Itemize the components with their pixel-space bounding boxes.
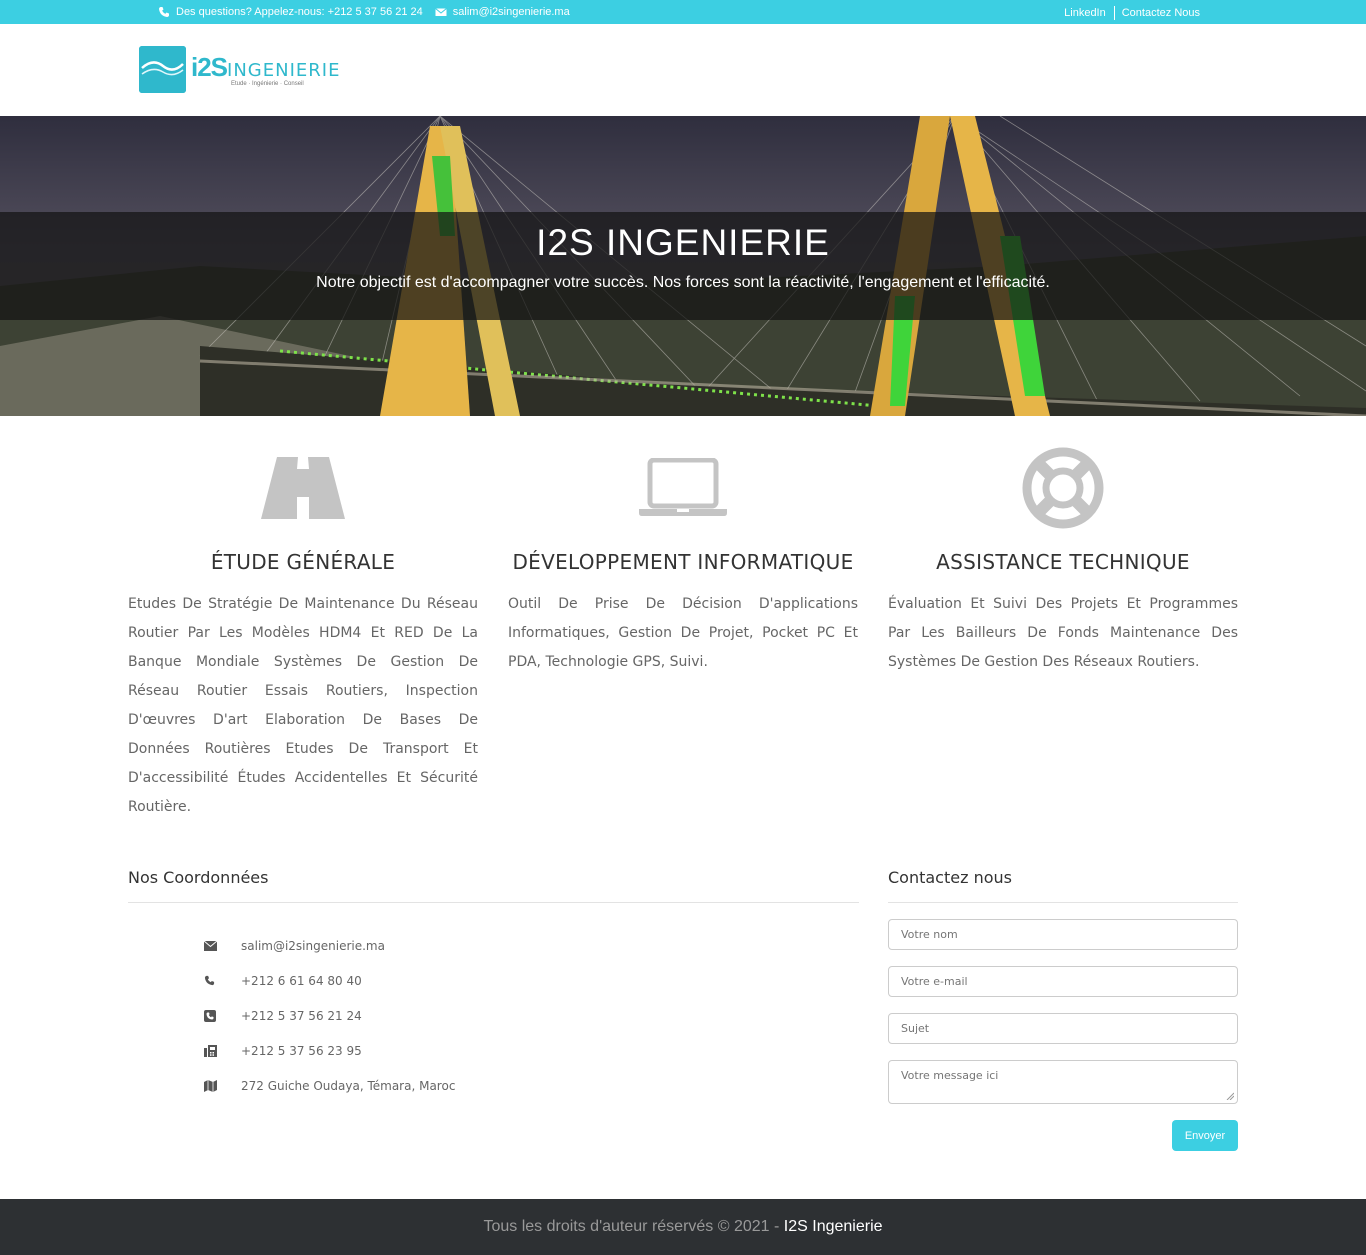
service-etude-generale: ÉTUDE GÉNÉRALE Etudes De Stratégie De Ma…: [128, 446, 478, 822]
message-field-wrapper: [888, 1060, 1238, 1104]
coord-address: 272 Guiche Oudaya, Témara, Maroc: [204, 1068, 604, 1103]
logo-wordmark: i2SINGENIERIE: [191, 52, 340, 83]
coord-address-text: 272 Guiche Oudaya, Témara, Maroc: [241, 1078, 456, 1093]
service-title: DÉVELOPPEMENT INFORMATIQUE: [512, 550, 854, 574]
phone-icon: [158, 6, 170, 18]
service-description: Outil De Prise De Décision D'application…: [508, 596, 858, 670]
envelope-icon: [204, 940, 241, 951]
road-icon: [128, 446, 478, 530]
contact-form-title: Contactez nous: [888, 868, 1012, 887]
coord-fax-text: +212 5 37 56 23 95: [241, 1043, 362, 1058]
coordinates-list: salim@i2singenierie.ma +212 6 61 64 80 4…: [204, 928, 604, 1103]
service-title: ASSISTANCE TECHNIQUE: [936, 550, 1190, 574]
email-field-wrapper: [888, 966, 1238, 997]
service-description: Évaluation Et Suivi Des Projets Et Progr…: [888, 596, 1238, 670]
phone-icon: [204, 975, 241, 986]
contact-form: [888, 919, 1238, 1104]
subject-field-wrapper: [888, 1013, 1238, 1044]
contact-form-divider: [888, 902, 1238, 903]
topbar-links: LinkedIn Contactez Nous: [1064, 6, 1200, 20]
coord-email: salim@i2singenierie.ma: [204, 928, 604, 963]
logo-mark-icon: [139, 46, 186, 93]
service-description: Etudes De Stratégie De Maintenance Du Ré…: [128, 596, 478, 815]
coord-mobile-text[interactable]: +212 6 61 64 80 40: [241, 974, 362, 988]
linkedin-link[interactable]: LinkedIn: [1064, 7, 1106, 19]
coord-mobile: +212 6 61 64 80 40: [204, 963, 604, 998]
subject-input[interactable]: [901, 1022, 1225, 1035]
send-button[interactable]: Envoyer: [1172, 1120, 1238, 1151]
coord-email-text[interactable]: salim@i2singenierie.ma: [241, 939, 385, 953]
contact-link[interactable]: Contactez Nous: [1122, 7, 1200, 19]
coord-fax: +212 5 37 56 23 95: [204, 1033, 604, 1068]
life-ring-icon: [888, 446, 1238, 530]
service-title: ÉTUDE GÉNÉRALE: [210, 550, 396, 574]
fax-icon: [204, 1044, 241, 1057]
topbar-contact: Des questions? Appelez-nous: +212 5 37 5…: [158, 6, 570, 18]
footer-brand: I2S Ingenierie: [783, 1218, 883, 1235]
hero-subtitle: Notre objectif est d'accompagner votre s…: [316, 274, 1050, 291]
site-footer: Tous les droits d'auteur réservés © 2021…: [0, 1199, 1366, 1255]
name-input[interactable]: [901, 928, 1225, 941]
resize-handle-icon[interactable]: [1226, 1092, 1234, 1100]
envelope-icon: [434, 6, 447, 18]
coord-phone-text[interactable]: +212 5 37 56 21 24: [241, 1009, 362, 1023]
topbar-phone-text: Des questions? Appelez-nous: +212 5 37 5…: [176, 6, 423, 18]
laptop-icon: [508, 446, 858, 530]
name-field-wrapper: [888, 919, 1238, 950]
coordinates-title: Nos Coordonnées: [128, 868, 269, 887]
map-icon: [204, 1079, 241, 1092]
service-assistance-technique: ASSISTANCE TECHNIQUE Évaluation Et Suivi…: [888, 446, 1238, 677]
phone-square-icon: [204, 1009, 241, 1022]
logo-tagline: Etude · Ingénierie · Conseil: [231, 81, 304, 87]
service-developpement-informatique: DÉVELOPPEMENT INFORMATIQUE Outil De Pris…: [508, 446, 858, 677]
site-logo[interactable]: i2SINGENIERIE Etude · Ingénierie · Conse…: [139, 46, 349, 96]
logo-name: INGENIERIE: [227, 60, 341, 81]
topbar-email-link[interactable]: salim@i2singenierie.ma: [453, 6, 570, 18]
coordinates-divider: [128, 902, 859, 903]
hero-title: I2S INGENIERIE: [536, 222, 830, 263]
message-textarea[interactable]: [889, 1061, 1237, 1103]
logo-brand: i2S: [191, 52, 228, 82]
site-header: i2SINGENIERIE Etude · Ingénierie · Conse…: [0, 24, 1366, 116]
footer-copyright: Tous les droits d'auteur réservés © 2021…: [483, 1218, 784, 1235]
coord-phone: +212 5 37 56 21 24: [204, 998, 604, 1033]
topbar-divider: [1113, 6, 1115, 20]
hero-banner: I2S INGENIERIE Notre objectif est d'acco…: [0, 116, 1366, 416]
top-bar: Des questions? Appelez-nous: +212 5 37 5…: [0, 0, 1366, 24]
email-input[interactable]: [901, 975, 1225, 988]
